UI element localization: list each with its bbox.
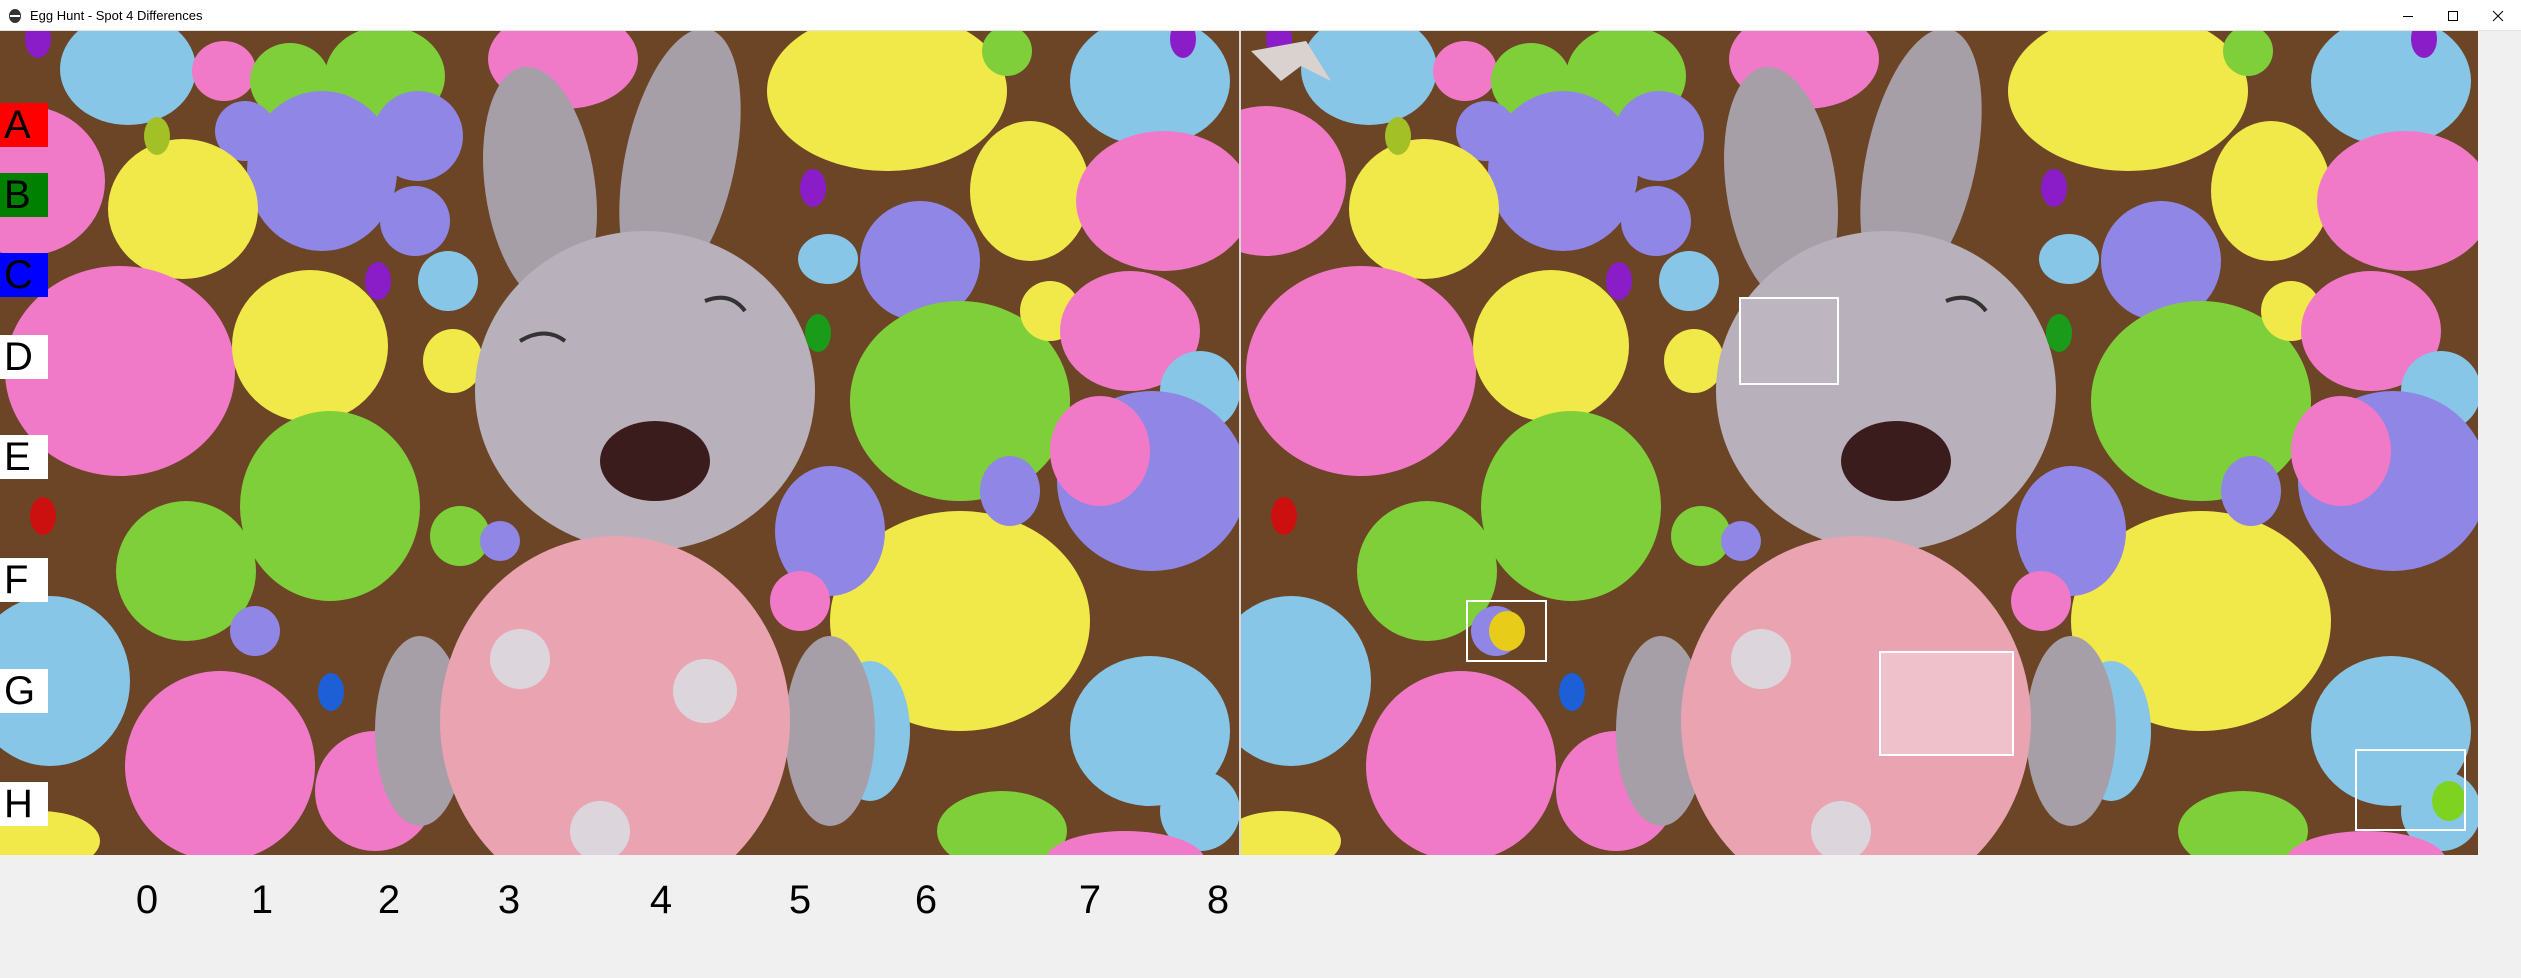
bunny-head	[475, 231, 815, 551]
purple-pom-pom	[1614, 91, 1704, 181]
maximize-icon	[2448, 10, 2458, 21]
column-label-1: 1	[250, 878, 274, 922]
maximize-button[interactable]	[2430, 0, 2476, 31]
yellow-pom-pom	[232, 270, 388, 422]
row-label-d: D	[0, 335, 48, 379]
yellow-pom-pom	[1473, 270, 1629, 422]
purple-pom-pom	[1621, 186, 1691, 256]
purple-pom-pom	[480, 521, 520, 561]
egg-icon	[9, 9, 21, 23]
row-label-f: F	[0, 558, 48, 602]
blue-pom-pom	[1659, 251, 1719, 311]
close-button[interactable]	[2475, 0, 2521, 31]
candy-egg	[1385, 117, 1411, 155]
row-label-c: C	[0, 253, 48, 297]
column-label-3: 3	[497, 878, 521, 922]
candy-egg	[144, 117, 170, 155]
pink-pom-pom	[1366, 671, 1556, 855]
pink-pom-pom	[192, 41, 256, 101]
pink-pom-pom	[1433, 41, 1497, 101]
egg-polka-dot	[1731, 629, 1791, 689]
row-label-e: E	[0, 435, 48, 479]
pink-pom-pom	[2011, 571, 2071, 631]
candy-egg	[1606, 262, 1632, 300]
candy-egg	[2041, 169, 2067, 207]
green-pom-pom	[1481, 411, 1661, 601]
purple-pom-pom	[380, 186, 450, 256]
egg-polka-dot	[490, 629, 550, 689]
candy-egg	[800, 169, 826, 207]
purple-pom-pom	[247, 91, 397, 251]
row-label-b: B	[0, 173, 48, 217]
yellow-pom-pom	[2211, 121, 2331, 261]
purple-pom-pom	[1488, 91, 1638, 251]
candy-egg	[1271, 497, 1297, 535]
row-label-h: H	[0, 782, 48, 826]
close-icon	[2492, 10, 2504, 21]
yellow-pom-pom	[970, 121, 1090, 261]
purple-pom-pom	[2221, 456, 2281, 526]
purple-pom-pom	[980, 456, 1040, 526]
row-label-g: G	[0, 669, 48, 713]
easter-bunny-scene-modified	[1241, 31, 2478, 855]
pink-pom-pom	[2291, 396, 2391, 506]
minimize-icon	[2403, 15, 2413, 17]
yellow-pom-pom	[108, 139, 258, 279]
modified-image-panel[interactable]	[1239, 31, 2478, 855]
column-label-5: 5	[788, 878, 812, 922]
column-label-8: 8	[1206, 878, 1230, 922]
candy-egg	[365, 262, 391, 300]
yellow-pom-pom	[423, 329, 483, 393]
bunny-right-arm	[2026, 636, 2116, 826]
column-label-7: 7	[1078, 878, 1102, 922]
difference-marker[interactable]	[1739, 297, 1839, 385]
pink-pom-pom	[1050, 396, 1150, 506]
column-label-6: 6	[914, 878, 938, 922]
column-label-4: 4	[649, 878, 673, 922]
yellow-pom-pom	[1664, 329, 1724, 393]
egg-polka-dot	[673, 659, 737, 723]
bunny-nose	[600, 421, 710, 501]
purple-pom-pom	[373, 91, 463, 181]
difference-marker[interactable]	[1879, 651, 2014, 756]
blue-pom-pom	[2039, 234, 2099, 284]
candy-egg	[30, 497, 56, 535]
column-label-0: 0	[135, 878, 159, 922]
blue-pom-pom	[418, 251, 478, 311]
difference-marker[interactable]	[1466, 600, 1547, 662]
candy-egg	[318, 673, 344, 711]
candy-egg	[1559, 673, 1585, 711]
bunny-right-arm	[785, 636, 875, 826]
yellow-pom-pom	[1349, 139, 1499, 279]
minimize-button[interactable]	[2385, 0, 2431, 31]
easter-bunny-scene	[0, 31, 1239, 855]
difference-marker[interactable]	[2355, 749, 2466, 831]
original-image-panel[interactable]	[0, 31, 1239, 855]
window-title: Egg Hunt - Spot 4 Differences	[30, 8, 203, 23]
column-label-2: 2	[377, 878, 401, 922]
pink-pom-pom	[1246, 266, 1476, 476]
candy-egg	[805, 314, 831, 352]
green-pom-pom	[240, 411, 420, 601]
pink-pom-pom	[125, 671, 315, 855]
title-bar: Egg Hunt - Spot 4 Differences	[0, 0, 2521, 31]
blue-pom-pom	[798, 234, 858, 284]
bunny-head	[1716, 231, 2056, 551]
pink-pom-pom	[770, 571, 830, 631]
candy-egg	[2046, 314, 2072, 352]
row-label-a: A	[0, 103, 48, 147]
purple-pom-pom	[230, 606, 280, 656]
purple-pom-pom	[1721, 521, 1761, 561]
bunny-nose	[1841, 421, 1951, 501]
